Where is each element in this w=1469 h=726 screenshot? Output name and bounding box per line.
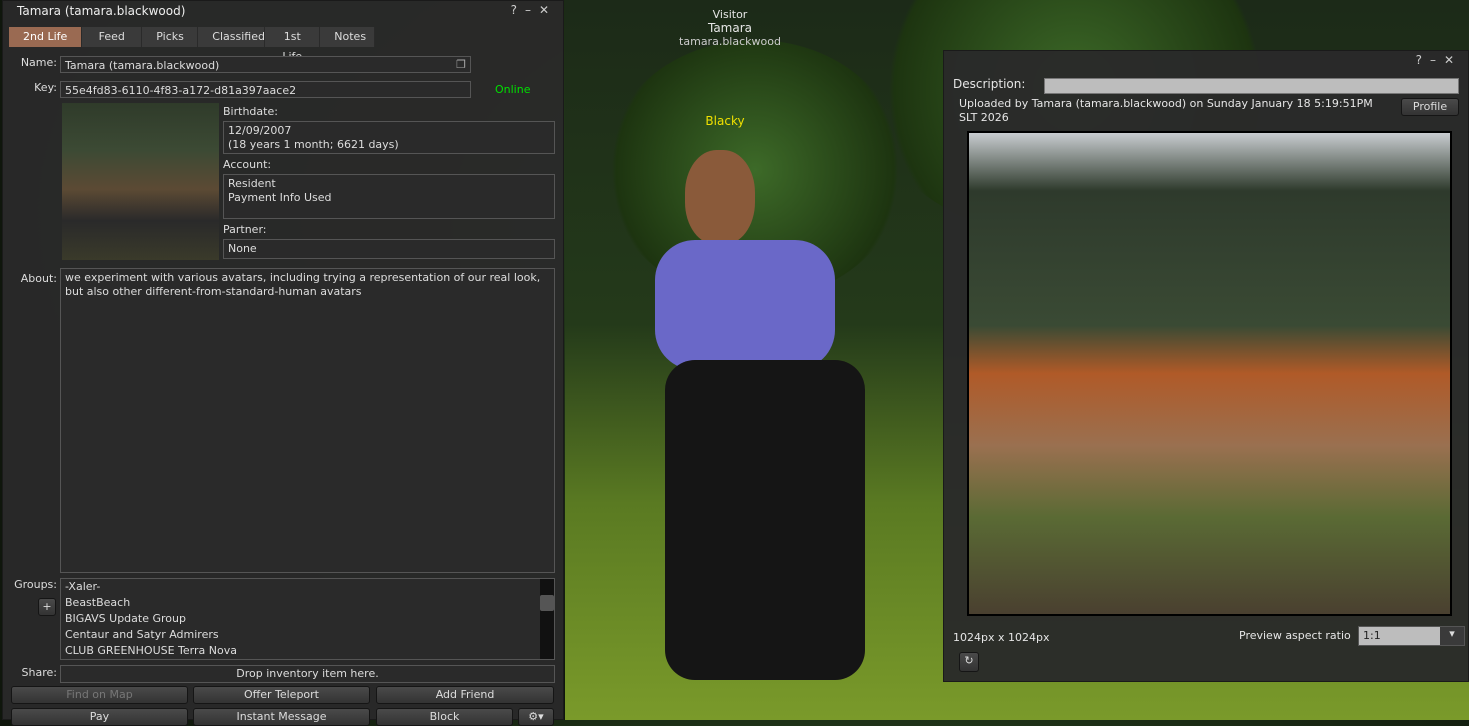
- age-value: (18 years 1 month; 6621 days): [228, 138, 399, 151]
- partner-field: None: [223, 239, 555, 259]
- block-button[interactable]: Block: [376, 708, 513, 726]
- about-textarea[interactable]: we experiment with various avatars, incl…: [60, 268, 555, 573]
- key-field[interactable]: 55e4fd83-6110-4f83-a172-d81a397aace2: [60, 81, 471, 98]
- aspect-ratio-value: 1:1: [1363, 629, 1381, 642]
- aspect-ratio-combobox[interactable]: 1:1 ▾: [1358, 626, 1465, 646]
- close-icon[interactable]: ✕: [1444, 53, 1462, 67]
- instant-message-button[interactable]: Instant Message: [193, 708, 370, 726]
- tab-picks[interactable]: Picks: [142, 27, 199, 47]
- nametag: Visitor Tamara tamara.blackwood: [665, 8, 795, 48]
- tab-feed[interactable]: Feed: [82, 27, 143, 47]
- birthdate-field: 12/09/2007 (18 years 1 month; 6621 days): [223, 121, 555, 154]
- offer-teleport-button[interactable]: Offer Teleport: [193, 686, 370, 704]
- name-label: Name:: [20, 56, 57, 69]
- rotate-button[interactable]: ↻: [959, 652, 979, 672]
- account-field: Resident Payment Info Used: [223, 174, 555, 219]
- share-drop-target[interactable]: Drop inventory item here.: [60, 665, 555, 683]
- tab-1st-life[interactable]: 1st Life: [265, 27, 321, 63]
- image-dimensions: 1024px x 1024px: [953, 631, 1050, 644]
- group-item[interactable]: BeastBeach: [65, 595, 550, 611]
- preview-image: [967, 131, 1452, 616]
- help-icon[interactable]: ?: [1416, 53, 1430, 67]
- profile-button[interactable]: Profile: [1401, 98, 1459, 116]
- groups-list[interactable]: -Xaler- BeastBeach BIGAVS Update Group C…: [60, 578, 555, 660]
- pay-button[interactable]: Pay: [11, 708, 188, 726]
- avatar-figure[interactable]: [655, 150, 885, 690]
- other-avatar-nametag: Blacky: [705, 114, 745, 128]
- groups-label: Groups:: [14, 578, 57, 591]
- gear-icon: ⚙▾: [528, 710, 544, 723]
- avatar-username: tamara.blackwood: [679, 35, 781, 48]
- tab-classifieds[interactable]: Classifieds: [198, 27, 271, 47]
- account-type: Resident: [228, 177, 276, 190]
- title-bar-controls: ?–✕: [1416, 53, 1462, 67]
- chevron-down-icon[interactable]: ▾: [1440, 627, 1464, 645]
- find-on-map-button[interactable]: Find on Map: [11, 686, 188, 704]
- group-item[interactable]: Centaur and Satyr Admirers: [65, 627, 550, 643]
- window-title: Tamara (tamara.blackwood): [17, 4, 186, 18]
- profile-picture[interactable]: [62, 103, 219, 260]
- avatar-name: Tamara: [707, 21, 753, 35]
- title-bar-controls: ?–✕: [511, 3, 557, 17]
- add-friend-button[interactable]: Add Friend: [376, 686, 554, 704]
- aspect-ratio-label: Preview aspect ratio: [1239, 629, 1351, 642]
- account-label: Account:: [223, 158, 272, 171]
- profile-tabs: 2nd Life Feed Picks Classifieds 1st Life…: [9, 27, 376, 63]
- upload-info: Uploaded by Tamara (tamara.blackwood) on…: [959, 97, 1373, 124]
- birthdate-label: Birthdate:: [223, 105, 278, 118]
- image-preview-window: ?–✕ Description: Uploaded by Tamara (tam…: [943, 50, 1469, 682]
- tab-2nd-life[interactable]: 2nd Life: [9, 27, 83, 47]
- name-value: Tamara (tamara.blackwood): [65, 59, 220, 72]
- tab-notes[interactable]: Notes: [320, 27, 376, 47]
- online-status: Online: [495, 83, 531, 96]
- name-field[interactable]: Tamara (tamara.blackwood) ❐: [60, 56, 471, 73]
- payment-info: Payment Info Used: [228, 191, 332, 204]
- share-label: Share:: [21, 666, 57, 679]
- group-item[interactable]: -Xaler-: [65, 579, 550, 595]
- profile-window: Tamara (tamara.blackwood) ?–✕ 2nd Life F…: [2, 0, 564, 726]
- copy-icon[interactable]: ❐: [456, 58, 466, 72]
- groups-scrollbar[interactable]: [540, 579, 554, 659]
- description-field[interactable]: [1044, 78, 1459, 94]
- description-label: Description:: [953, 77, 1026, 91]
- about-label: About:: [20, 272, 57, 285]
- group-item[interactable]: BIGAVS Update Group: [65, 611, 550, 627]
- close-icon[interactable]: ✕: [539, 3, 557, 17]
- birthdate-value: 12/09/2007: [228, 124, 292, 137]
- gear-menu-button[interactable]: ⚙▾: [518, 708, 554, 726]
- add-group-button[interactable]: +: [38, 598, 56, 616]
- minimize-icon[interactable]: –: [525, 3, 539, 17]
- help-icon[interactable]: ?: [511, 3, 525, 17]
- minimize-icon[interactable]: –: [1430, 53, 1444, 67]
- key-label: Key:: [34, 81, 57, 94]
- partner-label: Partner:: [223, 223, 267, 236]
- visitor-label: Visitor: [712, 8, 748, 21]
- refresh-icon: ↻: [964, 654, 974, 667]
- group-item[interactable]: CLUB GREENHOUSE Terra Nova: [65, 643, 550, 659]
